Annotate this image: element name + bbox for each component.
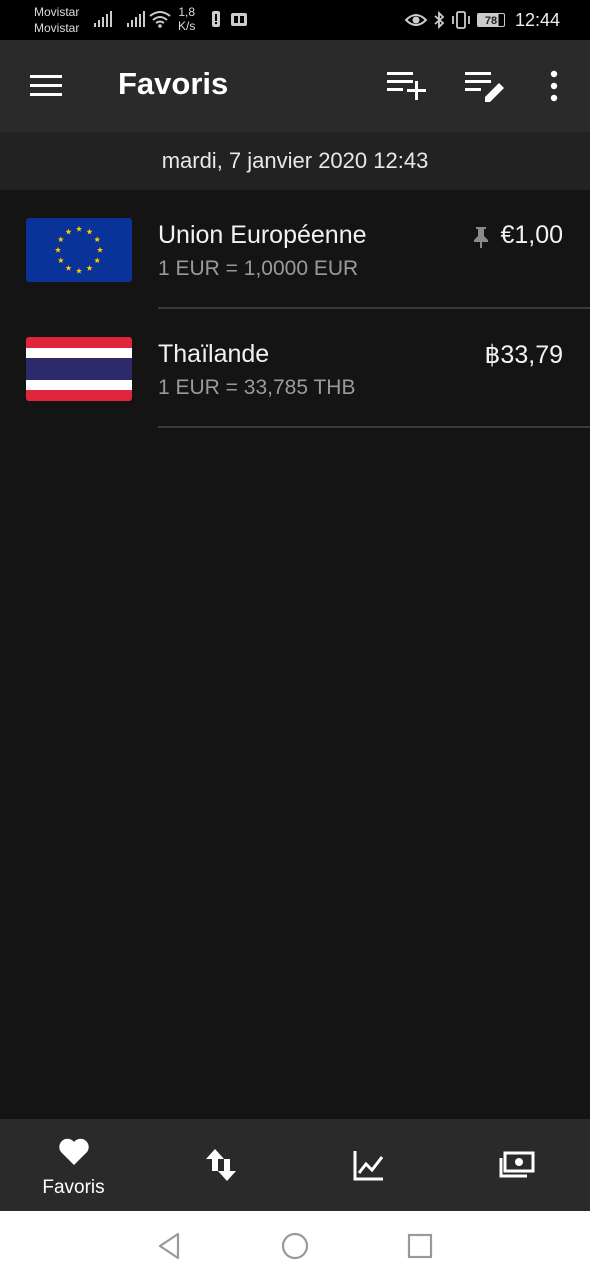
notification-icon: [212, 11, 220, 27]
back-icon[interactable]: [154, 1231, 184, 1261]
nfc-icon: [231, 13, 247, 26]
app-bar: Favoris: [0, 40, 590, 132]
recents-icon[interactable]: [405, 1231, 435, 1261]
eu-flag: [26, 218, 132, 282]
divider: [158, 426, 590, 428]
nav-convert[interactable]: [147, 1119, 294, 1211]
system-navigation: [0, 1211, 590, 1280]
exchange-rate: 1 EUR = 1,0000 EUR: [158, 257, 359, 280]
list-item[interactable]: Union Européenne 1 EUR = 1,0000 EUR €1,0…: [0, 190, 590, 309]
speed-value: 1,8: [178, 5, 196, 19]
swap-vertical-icon: [205, 1149, 236, 1181]
chart-line-icon: [353, 1151, 383, 1181]
more-vert-icon[interactable]: [532, 64, 576, 108]
heart-icon: [58, 1138, 89, 1165]
status-right: 78 12:44: [404, 8, 560, 32]
home-icon[interactable]: [280, 1231, 310, 1261]
thailand-flag: [26, 337, 132, 401]
cash-icon: [499, 1151, 534, 1178]
playlist-add-icon[interactable]: [384, 64, 428, 108]
country-name: Thaïlande: [158, 340, 270, 368]
page-title: Favoris: [118, 66, 229, 101]
converted-value: ฿33,79: [484, 341, 563, 369]
carrier-2: Movistar: [34, 21, 80, 35]
country-name: Union Européenne: [158, 221, 367, 249]
nav-cash[interactable]: [443, 1119, 590, 1211]
carrier-labels: Movistar Movistar: [34, 4, 79, 36]
network-speed: 1,8 K/s: [178, 5, 195, 33]
signal-icon-2: [127, 11, 145, 27]
converted-value: €1,00: [500, 221, 563, 249]
bluetooth-icon: [434, 11, 445, 29]
eye-icon: [404, 14, 427, 26]
nav-label-favorites: Favoris: [42, 1177, 105, 1198]
playlist-edit-icon[interactable]: [463, 64, 507, 108]
exchange-rate: 1 EUR = 33,785 THB: [158, 376, 356, 399]
speed-unit: K/s: [178, 19, 196, 33]
list-item[interactable]: Thaïlande 1 EUR = 33,785 THB ฿33,79: [0, 309, 590, 428]
menu-icon[interactable]: [26, 66, 66, 106]
wifi-icon: [149, 11, 171, 28]
clock: 12:44: [514, 9, 560, 30]
signal-icon: [94, 11, 112, 27]
bottom-navigation: Favoris: [0, 1119, 590, 1211]
pin-icon[interactable]: [472, 225, 490, 249]
status-bar: Movistar Movistar 1,8 K/s 78 12:44: [0, 0, 590, 40]
update-date: mardi, 7 janvier 2020 12:43: [0, 132, 590, 190]
nav-chart[interactable]: [295, 1119, 442, 1211]
nav-favorites[interactable]: Favoris: [0, 1119, 147, 1211]
battery-indicator: 78: [476, 13, 505, 27]
vibrate-icon: [452, 11, 470, 29]
carrier-1: Movistar: [34, 5, 80, 19]
